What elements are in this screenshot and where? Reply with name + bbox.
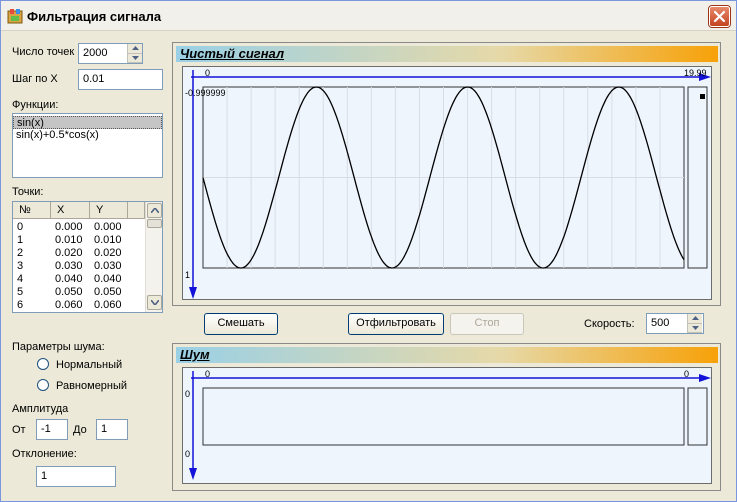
table-cell[interactable]: 0.000 (94, 221, 122, 234)
from-label: От (12, 424, 26, 436)
noise-chart: 0 0 0 0 (182, 367, 712, 484)
amplitude-label: Амплитуда (12, 403, 69, 415)
table-cell[interactable]: 0.050 (55, 286, 83, 299)
functions-label: Функции: (12, 99, 59, 111)
table-cell[interactable]: 0.040 (55, 273, 83, 286)
noise-title: Шум (176, 347, 718, 363)
scroll-down-icon[interactable] (147, 295, 162, 310)
window-title: Фильтрация сигнала (27, 9, 162, 24)
table-cell[interactable]: 0.010 (94, 234, 122, 247)
y-axis-arrow-icon (189, 468, 197, 480)
points-table[interactable]: № X Y 0 0.000 0.000 1 0.010 0.010 2 0.020 0.020 3… (12, 201, 163, 313)
side-box (687, 387, 708, 446)
spin-up-icon[interactable] (688, 314, 702, 324)
points-count-label: Число точек (12, 46, 75, 58)
clean-signal-svg (189, 70, 711, 299)
to-value: 1 (101, 423, 108, 435)
x-min-label: 0 (205, 68, 211, 78)
side-box (687, 86, 708, 269)
table-cell[interactable]: 3 (17, 260, 23, 273)
from-input[interactable]: -1 (36, 419, 68, 440)
table-cell[interactable]: 6 (17, 299, 23, 312)
y-axis-arrow-icon (189, 287, 197, 299)
table-cell[interactable]: 0.020 (94, 247, 122, 260)
scroll-up-icon[interactable] (147, 203, 162, 218)
speed-spin[interactable] (687, 314, 702, 333)
noise-params-label: Параметры шума: (12, 341, 105, 353)
table-cell[interactable]: 0.030 (55, 260, 83, 273)
table-cell[interactable]: 0.000 (55, 221, 83, 234)
column-header[interactable]: № (13, 202, 51, 219)
stop-button[interactable]: Стоп (450, 313, 524, 335)
table-cell[interactable]: 0.040 (94, 273, 122, 286)
close-icon (713, 10, 726, 23)
y-bottom-label: 1 (185, 270, 191, 280)
points-count-spin[interactable] (127, 44, 142, 63)
y-top-label: -0.999999 (185, 88, 226, 98)
title-bar: Фильтрация сигнала (1, 1, 736, 31)
deviation-value: 1 (41, 470, 48, 482)
clean-signal-title: Чистый сигнал (176, 46, 718, 62)
step-x-value: 0.01 (83, 73, 105, 85)
table-cell[interactable]: 1 (17, 234, 23, 247)
to-input[interactable]: 1 (96, 419, 128, 440)
points-label: Точки: (12, 186, 44, 198)
deviation-input[interactable]: 1 (36, 466, 116, 487)
functions-listbox[interactable]: sin(x) sin(x)+0.5*cos(x) (12, 113, 163, 178)
close-button[interactable] (709, 6, 730, 27)
main-window: Фильтрация сигнала Число точек 2000 Шаг … (0, 0, 737, 502)
step-x-input[interactable]: 0.01 (78, 69, 163, 90)
mix-button[interactable]: Смешать (204, 313, 278, 335)
y-top-label: 0 (185, 389, 191, 399)
table-cell[interactable]: 0.060 (94, 299, 122, 312)
deviation-label: Отклонение: (12, 448, 77, 460)
table-cell[interactable]: 4 (17, 273, 23, 286)
table-cell[interactable]: 0.060 (55, 299, 83, 312)
from-value: -1 (41, 423, 51, 435)
table-cell[interactable]: 0 (17, 221, 23, 234)
function-item[interactable]: sin(x)+0.5*cos(x) (13, 129, 162, 142)
radio-uniform-label[interactable]: Равномерный (56, 380, 127, 392)
table-cell[interactable]: 0.010 (55, 234, 83, 247)
clean-signal-chart: 0 19.99 -0.999999 1 (182, 66, 712, 300)
noise-panel: Шум 0 0 0 0 (172, 343, 721, 491)
table-cell[interactable]: 0.020 (55, 247, 83, 260)
x-max-label: 19.99 (684, 68, 707, 78)
radio-normal[interactable] (37, 358, 49, 370)
table-cell[interactable]: 0.050 (94, 286, 122, 299)
spin-down-icon[interactable] (128, 54, 142, 63)
y-bottom-label: 0 (185, 449, 191, 459)
step-x-label: Шаг по X (12, 73, 58, 85)
table-cell[interactable]: 2 (17, 247, 23, 260)
speed-label: Скорость: (584, 318, 635, 330)
x-max-label: 0 (684, 369, 690, 379)
spin-down-icon[interactable] (688, 324, 702, 333)
table-scrollbar[interactable] (145, 202, 162, 312)
radio-uniform[interactable] (37, 379, 49, 391)
to-label: До (73, 424, 87, 436)
app-icon (7, 9, 23, 24)
table-cell[interactable]: 0.030 (94, 260, 122, 273)
marker-icon (700, 94, 705, 99)
radio-normal-label[interactable]: Нормальный (56, 359, 122, 371)
clean-signal-panel: Чистый сигнал 0 19.99 -0.999999 1 (172, 42, 721, 306)
filter-button[interactable]: Отфильтровать (348, 313, 444, 335)
speed-value: 500 (651, 317, 670, 329)
x-axis-arrow-icon (699, 374, 711, 382)
x-min-label: 0 (205, 369, 211, 379)
scroll-thumb[interactable] (147, 219, 162, 228)
column-header-filler (128, 202, 145, 219)
spin-up-icon[interactable] (128, 44, 142, 54)
noise-svg (189, 371, 711, 480)
function-item[interactable]: sin(x) (13, 116, 162, 129)
column-header[interactable]: Y (90, 202, 128, 219)
plot-area (202, 387, 685, 446)
table-cell[interactable]: 5 (17, 286, 23, 299)
column-header[interactable]: X (51, 202, 90, 219)
points-count-value: 2000 (83, 47, 108, 59)
